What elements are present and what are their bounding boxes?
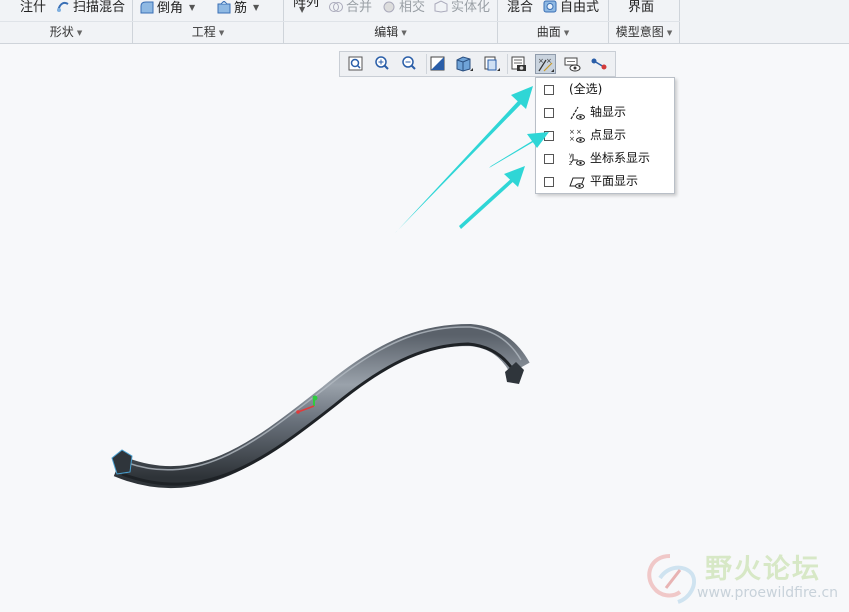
watermark-text: 野火论坛 bbox=[705, 554, 821, 585]
sweep-end-cap-left bbox=[111, 449, 133, 475]
watermark-url: www.proewildfire.cn bbox=[697, 585, 839, 601]
sweep-body[interactable] bbox=[113, 323, 530, 488]
sweep-model bbox=[111, 323, 530, 488]
watermark-logo-icon bbox=[647, 554, 697, 604]
